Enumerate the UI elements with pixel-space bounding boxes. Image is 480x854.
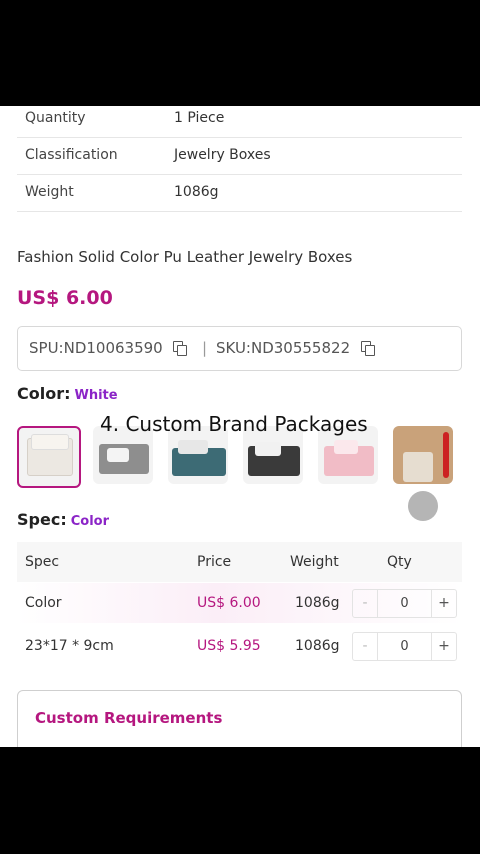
color-swatch-white[interactable] <box>17 426 81 488</box>
spu-code: SPU:ND10063590 <box>29 339 163 357</box>
variant-table-header: Spec Price Weight Qty <box>17 542 462 582</box>
product-price: US$ 6.00 <box>17 287 113 309</box>
attr-row-weight: Weight 1086g <box>17 174 462 212</box>
color-swatch-packaging[interactable] <box>393 426 453 484</box>
attr-key: Weight <box>25 184 74 200</box>
carton-box-image <box>403 452 433 482</box>
box-insert-image <box>255 442 281 456</box>
variant-price: US$ 5.95 <box>197 638 261 654</box>
quantity-stepper: - 0 + <box>352 632 457 661</box>
color-selected: White <box>74 388 118 403</box>
variant-weight: 1086g <box>295 595 340 611</box>
attr-value: 1086g <box>174 184 219 200</box>
attr-row-quantity: Quantity 1 Piece <box>17 106 462 138</box>
variant-row: Color US$ 6.00 1086g - 0 + <box>17 583 462 623</box>
attr-key: Quantity <box>25 110 86 126</box>
box-lid-image <box>178 440 208 454</box>
box-lid-image <box>334 440 358 454</box>
overlay-caption: 4. Custom Brand Packages <box>100 412 368 436</box>
custom-requirements-panel: Custom Requirements <box>17 690 462 747</box>
col-price: Price <box>197 554 232 570</box>
touch-indicator <box>408 491 438 521</box>
spec-label-text: Spec: <box>17 510 67 529</box>
product-screen: Quantity 1 Piece Classification Jewelry … <box>0 106 480 747</box>
variant-spec: Color <box>25 595 62 611</box>
col-qty: Qty <box>387 554 412 570</box>
attr-key: Classification <box>25 147 118 163</box>
quantity-input[interactable]: 0 <box>378 633 431 660</box>
variant-weight: 1086g <box>295 638 340 654</box>
copy-icon[interactable] <box>361 341 375 356</box>
attr-value: Jewelry Boxes <box>174 147 271 163</box>
variant-price: US$ 6.00 <box>197 595 261 611</box>
box-insert-image <box>107 448 129 462</box>
attr-row-classification: Classification Jewelry Boxes <box>17 137 462 175</box>
col-spec: Spec <box>25 554 60 570</box>
quantity-input[interactable]: 0 <box>378 590 431 617</box>
product-title: Fashion Solid Color Pu Leather Jewelry B… <box>17 248 353 266</box>
attr-value: 1 Piece <box>174 110 225 126</box>
copy-icon[interactable] <box>173 341 187 356</box>
label-strip-image <box>443 432 449 478</box>
spec-label: Spec: Color <box>17 510 109 529</box>
quantity-stepper: - 0 + <box>352 589 457 618</box>
variant-spec: 23*17 * 9cm <box>25 638 114 654</box>
spu-sku-box: SPU:ND10063590 | SKU:ND30555822 <box>17 326 462 371</box>
box-lid-image <box>31 434 69 450</box>
color-label-text: Color: <box>17 384 71 403</box>
increase-button[interactable]: + <box>431 633 456 660</box>
separator: | <box>202 339 208 357</box>
color-label: Color: White <box>17 384 118 403</box>
spec-selected: Color <box>70 514 109 529</box>
decrease-button[interactable]: - <box>353 590 378 617</box>
custom-requirements-title: Custom Requirements <box>35 709 223 727</box>
decrease-button[interactable]: - <box>353 633 378 660</box>
sku-code: SKU:ND30555822 <box>216 339 351 357</box>
col-weight: Weight <box>290 554 339 570</box>
increase-button[interactable]: + <box>431 590 456 617</box>
variant-row: 23*17 * 9cm US$ 5.95 1086g - 0 + <box>17 626 462 666</box>
